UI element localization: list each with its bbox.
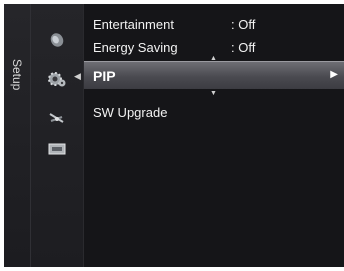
selected-category-arrow-icon: ◀	[74, 71, 81, 81]
submenu-arrow-icon: ▶	[330, 69, 338, 80]
satellite-dish-icon[interactable]	[47, 31, 67, 49]
menu-list: Entertainment : Off Energy Saving : Off …	[84, 4, 344, 267]
menu-item-pip[interactable]: PIP ▶	[84, 61, 344, 89]
menu-item-value: : Off	[231, 40, 256, 55]
menu-item-value: : Off	[231, 17, 256, 32]
input-card-icon[interactable]	[47, 140, 67, 158]
scroll-down-icon: ▼	[210, 90, 217, 97]
category-icon-column: ◀	[31, 4, 84, 267]
gear-icon[interactable]	[47, 70, 67, 88]
menu-item-label: PIP	[93, 68, 116, 84]
side-tab-label: Setup	[10, 59, 24, 91]
menu-item-label: Energy Saving	[93, 40, 178, 55]
setup-menu-screen: Setup ◀ Entertainment: Off Energy Savin…	[4, 4, 344, 267]
menu-item-sw-upgrade[interactable]: SW Upgrade	[84, 102, 344, 123]
setup-side-tab: Setup	[4, 4, 31, 267]
menu-item-label: Entertainment	[93, 17, 174, 32]
menu-item-label: SW Upgrade	[93, 105, 168, 120]
menu-item-entertainment[interactable]: Entertainment : Off	[84, 14, 344, 35]
antenna-icon[interactable]	[47, 110, 67, 128]
